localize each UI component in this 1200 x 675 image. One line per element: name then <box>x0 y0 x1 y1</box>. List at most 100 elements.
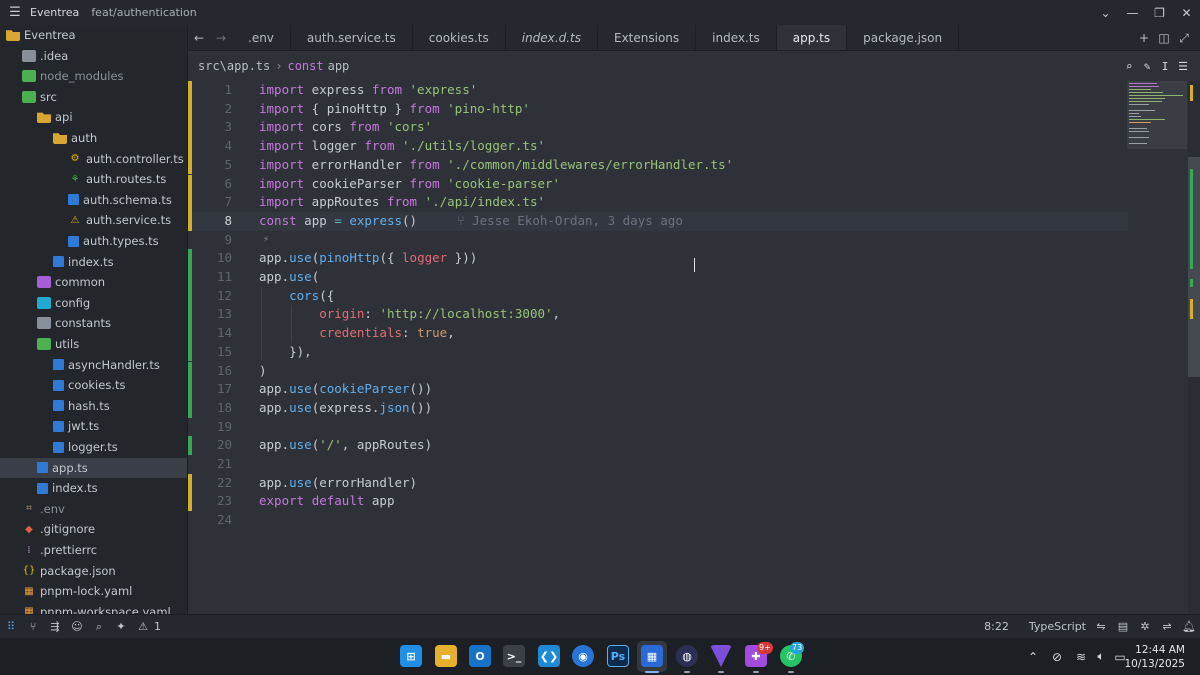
webstorm-icon[interactable]: ▦ <box>641 645 663 667</box>
prettier-icon: ⁞ <box>27 544 31 556</box>
format-icon[interactable]: ⇋ <box>1090 620 1112 633</box>
tree-item-common[interactable]: common <box>0 272 187 292</box>
warning-icon: ⚠ <box>70 214 80 226</box>
tree-item-app[interactable]: app.ts <box>0 457 187 478</box>
settings-sliders-icon[interactable]: ☰ <box>1174 60 1192 73</box>
warning-icon[interactable]: ⚠ <box>132 620 154 633</box>
rocket-icon[interactable]: ✦ <box>110 620 132 633</box>
file-explorer-icon[interactable]: ▬ <box>435 645 457 667</box>
no-location-icon[interactable]: ⊘ <box>1044 650 1070 664</box>
editor-scrollbar[interactable] <box>1188 81 1200 614</box>
tree-item-constants[interactable]: constants <box>0 313 187 333</box>
close-icon[interactable]: ✕ <box>1173 6 1200 20</box>
tree-item-cookies[interactable]: cookies.ts <box>0 375 187 395</box>
tree-item-label: api <box>55 110 73 125</box>
tree-item-api-index[interactable]: index.ts <box>0 252 187 272</box>
tab-extensions[interactable]: Extensions <box>598 25 697 50</box>
minimap[interactable] <box>1127 81 1187 149</box>
restore-icon[interactable]: ❐ <box>1146 6 1173 20</box>
tree-item-auth-service[interactable]: ⚠ auth.service.ts <box>0 210 187 230</box>
tab-package-json[interactable]: package.json <box>847 25 960 50</box>
tree-item-utils[interactable]: utils <box>0 334 187 354</box>
tree-item-asynchandler[interactable]: asyncHandler.ts <box>0 355 187 375</box>
tree-item-pnpm-workspace[interactable]: ▦ pnpm-workspace.yaml <box>0 602 187 614</box>
code-text: app.use(errorHandler) <box>259 474 418 490</box>
game-controller-icon[interactable]: ◍ <box>676 645 698 667</box>
tab-auth-service[interactable]: auth.service.ts <box>291 25 413 50</box>
tree-item-src[interactable]: src <box>0 87 187 107</box>
tree-item-auth-routes[interactable]: ⚘ auth.routes.ts <box>0 169 187 189</box>
tree-item-auth-types[interactable]: auth.types.ts <box>0 231 187 251</box>
language-mode[interactable]: TypeScript <box>1029 620 1086 633</box>
git-blame-annotation[interactable]: ⑂ Jesse Ekoh-Ordan, 3 days ago <box>457 213 683 228</box>
minimize-icon[interactable]: — <box>1119 6 1146 20</box>
lightning-bulb-icon[interactable]: ⚡ <box>263 231 269 250</box>
bell-icon[interactable]: 🔔︎ <box>1178 620 1200 633</box>
tree-item-env[interactable]: ⌗ .env <box>0 499 187 519</box>
cursor-position[interactable]: 8:22 <box>984 620 1009 633</box>
chevron-down-icon[interactable]: ⌄ <box>1092 6 1119 20</box>
problems-count[interactable]: 1 <box>154 620 161 633</box>
bug-icon[interactable]: ✲ <box>1134 620 1156 633</box>
plus-icon[interactable]: + <box>1134 31 1154 45</box>
folder-icon <box>22 49 36 62</box>
code-editor[interactable]: 1 import express from 'express' 2 import {… <box>188 81 1188 614</box>
hamburger-menu-icon[interactable]: ☰ <box>0 5 30 20</box>
photoshop-icon[interactable]: Ps <box>607 645 629 667</box>
split-editor-icon[interactable]: ◫ <box>1154 31 1174 45</box>
search-icon[interactable]: ⌕ <box>1120 60 1138 73</box>
tree-item-api[interactable]: api <box>0 107 187 127</box>
tab-index[interactable]: index.ts <box>696 25 777 50</box>
people-icon[interactable]: ☺ <box>66 620 88 633</box>
tab-app[interactable]: app.ts <box>776 25 848 50</box>
tab-env[interactable]: .env <box>232 25 291 50</box>
system-clock[interactable]: 12:44 AM 10/13/2025 <box>1124 643 1185 671</box>
tree-item-auth-controller[interactable]: ⚙ auth.controller.ts <box>0 149 187 169</box>
vscode-icon[interactable]: ❮❯ <box>538 645 560 667</box>
tree-item-root[interactable]: Eventrea <box>0 25 187 45</box>
maximize-icon[interactable]: ⤢ <box>1174 31 1194 46</box>
forward-arrow-icon[interactable]: → <box>210 25 232 50</box>
tree-item-label: cookies.ts <box>68 378 126 393</box>
tree-item-idea[interactable]: .idea <box>0 46 187 66</box>
code-line: 24 <box>216 512 232 528</box>
branch-name[interactable]: feat/authentication <box>91 6 196 19</box>
text-cursor-icon[interactable]: I <box>1156 60 1174 73</box>
tab-cookies[interactable]: cookies.ts <box>413 25 506 50</box>
tree-item-pnpm-lock[interactable]: ▦ pnpm-lock.yaml <box>0 581 187 601</box>
vpn-icon[interactable] <box>710 645 732 667</box>
breadcrumb-path[interactable]: src\app.ts <box>198 59 270 73</box>
code-text: app.use('/', appRoutes) <box>259 437 433 453</box>
magic-wand-icon[interactable]: ✎ <box>1138 60 1156 73</box>
tree-item-prettierrc[interactable]: ⁞ .prettierrc <box>0 540 187 560</box>
volume-icon[interactable]: 🔈︎ <box>1092 649 1110 664</box>
tree-item-config[interactable]: config <box>0 293 187 313</box>
tree-item-gitignore[interactable]: ◆ .gitignore <box>0 519 187 539</box>
search-icon[interactable]: ⌕ <box>88 620 110 634</box>
route-icon: ⚘ <box>70 173 80 185</box>
sliders-icon[interactable]: ⇌ <box>1156 620 1178 633</box>
editor-tabs: ← → .env auth.service.ts cookies.ts inde… <box>188 25 1200 51</box>
outlook-icon[interactable]: O <box>469 645 491 667</box>
tab-index-d[interactable]: index.d.ts <box>506 25 598 50</box>
terminal-icon[interactable]: >_ <box>503 645 525 667</box>
terminal-icon[interactable]: ▤ <box>1112 620 1134 633</box>
chevron-up-icon[interactable]: ⌃ <box>1022 650 1044 664</box>
project-name[interactable]: Eventrea <box>30 6 79 19</box>
wifi-icon[interactable]: ≋ <box>1070 650 1092 664</box>
tree-item-package-json[interactable]: {} package.json <box>0 561 187 581</box>
tree-item-hash[interactable]: hash.ts <box>0 396 187 416</box>
structure-icon[interactable]: ⠿ <box>0 620 22 633</box>
tree-item-auth-schema[interactable]: auth.schema.ts <box>0 190 187 210</box>
git-branch-icon[interactable]: ⑂ <box>22 620 44 633</box>
breadcrumb-symbol[interactable]: app <box>328 59 350 73</box>
firefox-icon[interactable]: ◉ <box>572 645 594 667</box>
tree-item-src-index[interactable]: index.ts <box>0 478 187 498</box>
back-arrow-icon[interactable]: ← <box>188 25 210 50</box>
tree-item-logger[interactable]: logger.ts <box>0 437 187 457</box>
tree-item-node-modules[interactable]: node_modules <box>0 66 187 86</box>
commit-icon[interactable]: ⇶ <box>44 620 66 633</box>
tree-item-auth[interactable]: auth <box>0 128 187 148</box>
windows-start-icon[interactable]: ⊞ <box>400 645 422 667</box>
tree-item-jwt[interactable]: jwt.ts <box>0 416 187 436</box>
